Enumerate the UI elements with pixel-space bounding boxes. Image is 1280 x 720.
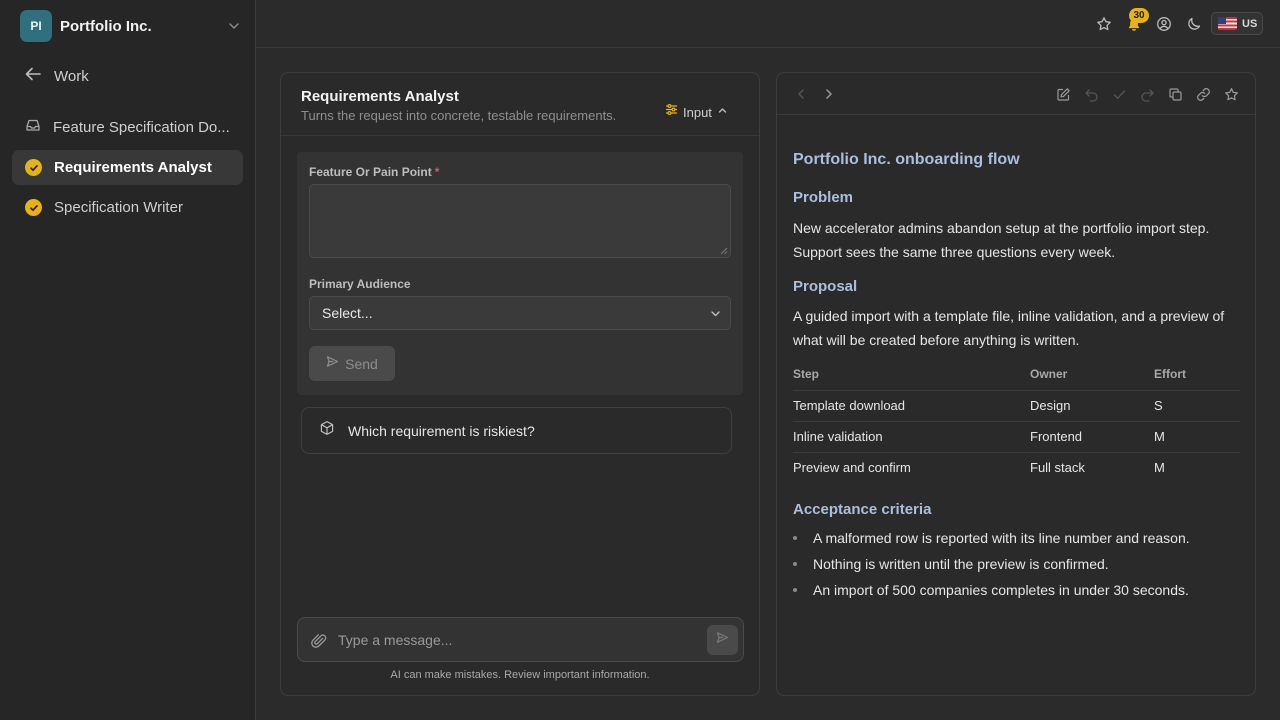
table-row: Preview and confirm Full stack M [793,452,1240,483]
feature-or-pain-point-textarea[interactable] [309,184,731,258]
redo-icon[interactable] [1138,85,1156,103]
proposal-text: A guided import with a template file, in… [793,308,1225,348]
document-panel: Portfolio Inc. onboarding flow Problem N… [776,72,1256,696]
moon-icon[interactable] [1184,14,1204,34]
table-cell: Design [1030,390,1154,422]
chevron-up-icon [717,103,728,121]
back-label: Work [54,67,89,85]
send-icon [716,631,729,649]
composer-send-button[interactable] [707,625,738,655]
suggestion-chip[interactable]: Which requirement is riskiest? [301,407,732,454]
paperclip-icon[interactable] [310,632,328,650]
table-header: Owner [1030,358,1154,391]
select-value: Select... [322,305,373,321]
table-cell: Template download [793,390,1030,422]
table-cell: Full stack [1030,460,1085,476]
sidebar: PI Portfolio Inc. Work Feature Specifica… [0,0,256,720]
org-name: Portfolio Inc. [60,17,152,35]
feature-field-label-text: Feature Or Pain Point [309,165,432,179]
primary-audience-select[interactable]: Select... [309,296,731,330]
document-content: Portfolio Inc. onboarding flow Problem N… [793,151,1243,603]
locale-switcher[interactable]: US [1211,12,1263,35]
us-flag-icon [1218,17,1237,30]
check-icon[interactable] [1110,85,1128,103]
table-cell: M [1154,421,1240,453]
copy-icon[interactable] [1166,85,1184,103]
table-cell: S [1154,390,1240,422]
acceptance-criteria-list: A malformed row is reported with its lin… [793,525,1243,603]
sidebar-item-feature-specification[interactable]: Feature Specification Do... [12,110,243,145]
agent-panel: Requirements Analyst Turns the request i… [280,72,760,696]
chevron-left-icon[interactable] [792,85,810,103]
chevron-down-icon [226,18,242,34]
sidebar-item-label: Requirements Analyst [54,159,212,176]
notification-count-badge: 30 [1129,8,1149,23]
check-circle-icon [25,199,42,216]
resize-grip-icon [720,247,728,255]
table-header-row: Step Owner Effort [793,358,1240,391]
problem-heading: Problem [793,189,854,206]
check-circle-icon [25,159,42,176]
table-cell: Frontend [1030,421,1154,453]
org-avatar: PI [20,10,52,42]
input-toggle-label: Input [683,104,712,120]
feature-field-label: Feature Or Pain Point * [309,165,439,179]
table-cell: Preview and confirm [793,460,911,476]
chevron-right-icon[interactable] [820,85,838,103]
list-item: An import of 500 companies completes in … [793,577,1243,603]
table-header: Step [793,358,1030,391]
problem-text: New accelerator admins abandon setup at … [793,220,1210,260]
inbox-icon [25,117,41,138]
edit-icon[interactable] [1054,85,1072,103]
suggestion-text: Which requirement is riskiest? [348,422,535,439]
panel-divider [281,135,759,136]
sliders-icon [665,103,678,121]
link-icon[interactable] [1194,85,1212,103]
message-input[interactable] [338,628,698,652]
document-toolbar [777,73,1255,115]
send-button[interactable]: Send [309,346,395,381]
org-switcher[interactable]: PI Portfolio Inc. [20,10,242,42]
list-item: A malformed row is reported with its lin… [793,525,1243,551]
back-to-work-link[interactable]: Work [24,66,89,86]
plan-table: Step Owner Effort Template download Desi… [793,358,1240,483]
required-marker: * [434,165,440,179]
ai-disclaimer: AI can make mistakes. Review important i… [390,669,650,681]
star-icon[interactable] [1094,14,1114,34]
agent-subtitle: Turns the request into concrete, testabl… [301,108,617,123]
send-icon [326,355,339,373]
undo-icon[interactable] [1082,85,1100,103]
message-composer [297,617,744,662]
proposal-heading: Proposal [793,278,858,295]
locale-label: US [1242,17,1258,30]
chevron-down-icon [700,307,730,320]
agent-title: Requirements Analyst [301,88,459,105]
sidebar-item-specification-writer[interactable]: Specification Writer [12,190,243,225]
table-cell: M [1154,460,1165,476]
table-row: Template download Design S [793,390,1240,422]
send-label: Send [345,355,378,372]
sidebar-item-label: Specification Writer [54,199,183,216]
document-title: Portfolio Inc. onboarding flow [793,151,1020,168]
sidebar-item-label: Feature Specification Do... [53,119,230,136]
star-icon[interactable] [1222,85,1240,103]
primary-audience-label: Primary Audience [309,277,411,291]
input-toggle-button[interactable]: Input [665,104,728,120]
arrow-left-icon [24,65,42,88]
user-circle-icon[interactable] [1154,14,1174,34]
sidebar-item-requirements-analyst[interactable]: Requirements Analyst [12,150,243,185]
table-row: Inline validation Frontend M [793,421,1240,453]
cube-icon [319,420,335,441]
list-item: Nothing is written until the preview is … [793,551,1243,577]
acceptance-criteria-heading: Acceptance criteria [793,501,932,518]
table-cell: Inline validation [793,421,1030,453]
table-header: Effort [1154,358,1240,391]
input-form: Feature Or Pain Point * Primary Audience … [297,152,743,395]
